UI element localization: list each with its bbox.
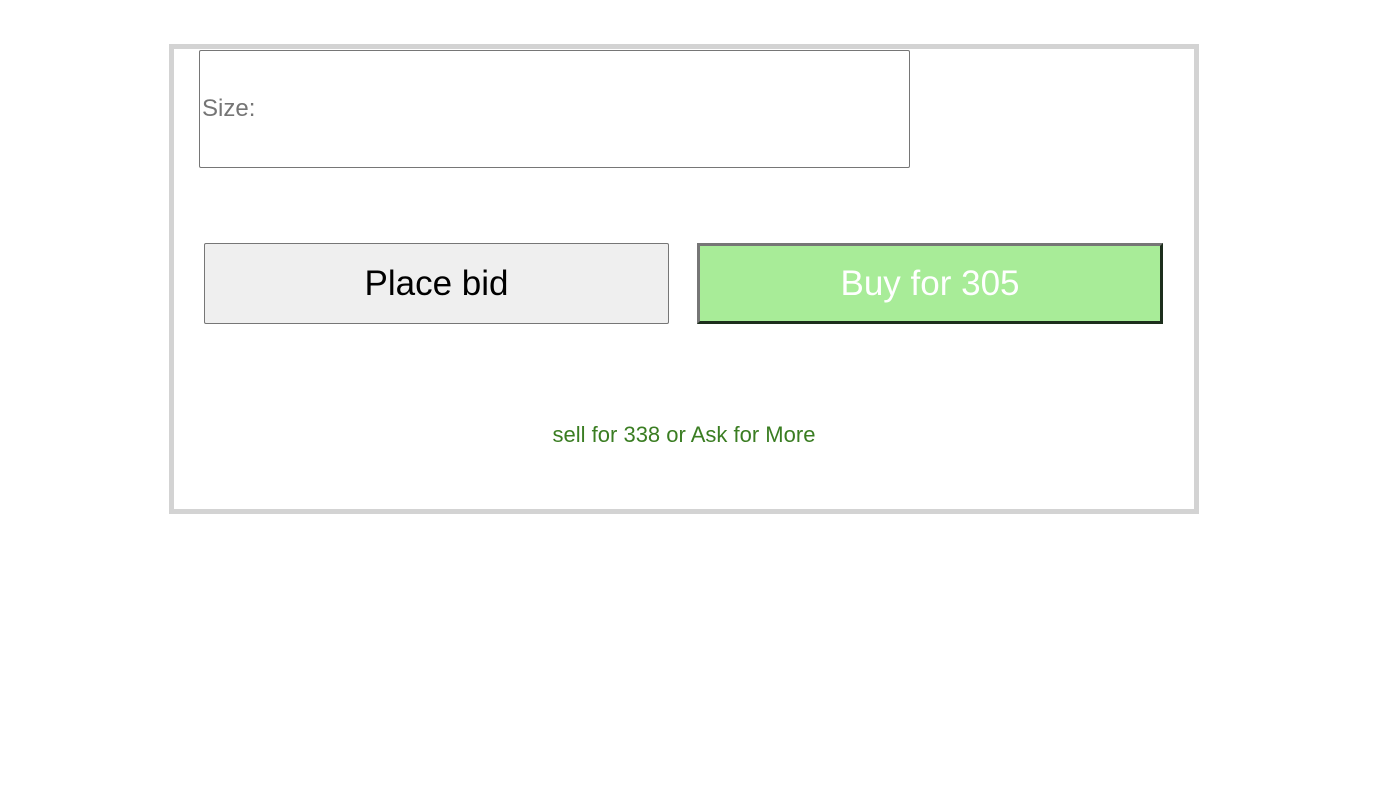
place-bid-button[interactable]: Place bid [204, 243, 669, 324]
bid-panel: Place bid Buy for 305 sell for 338 or As… [169, 44, 1199, 514]
sell-or-ask-link[interactable]: sell for 338 or Ask for More [174, 422, 1194, 448]
buy-button[interactable]: Buy for 305 [697, 243, 1163, 324]
size-input[interactable] [199, 50, 910, 168]
